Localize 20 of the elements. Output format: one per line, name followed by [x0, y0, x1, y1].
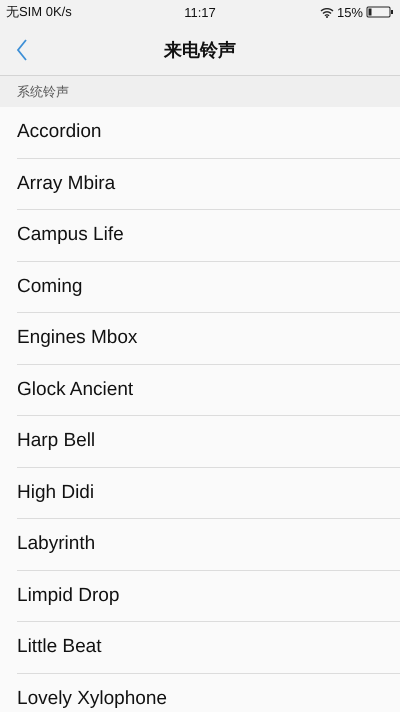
ringtone-item[interactable]: Campus Life [17, 210, 400, 262]
ringtone-item[interactable]: Glock Ancient [17, 364, 400, 416]
wifi-icon [320, 6, 334, 18]
ringtone-item[interactable]: Little Beat [17, 622, 400, 674]
clock-time: 11:17 [184, 4, 216, 20]
battery-percent: 15% [336, 4, 363, 20]
ringtone-item[interactable]: High Didi [17, 468, 400, 519]
battery-icon [366, 6, 394, 18]
section-header: 系统铃声 [17, 82, 69, 100]
ringtone-item[interactable]: Labyrinth [17, 519, 400, 570]
ringtone-item[interactable]: Engines Mbox [17, 313, 400, 364]
ringtone-item[interactable]: Accordion [17, 107, 400, 158]
ringtone-item[interactable]: Array Mbira [17, 158, 400, 210]
ringtone-item[interactable]: Limpid Drop [17, 570, 400, 622]
ringtone-item[interactable]: Lovely Xylophone [17, 674, 400, 712]
ringtone-item[interactable]: Coming [17, 262, 400, 313]
back-icon [16, 39, 28, 61]
ringtone-item[interactable]: Harp Bell [17, 416, 400, 468]
page-title: 来电铃声 [164, 38, 236, 62]
carrier-status: 无SIM 0K/s [6, 3, 72, 21]
